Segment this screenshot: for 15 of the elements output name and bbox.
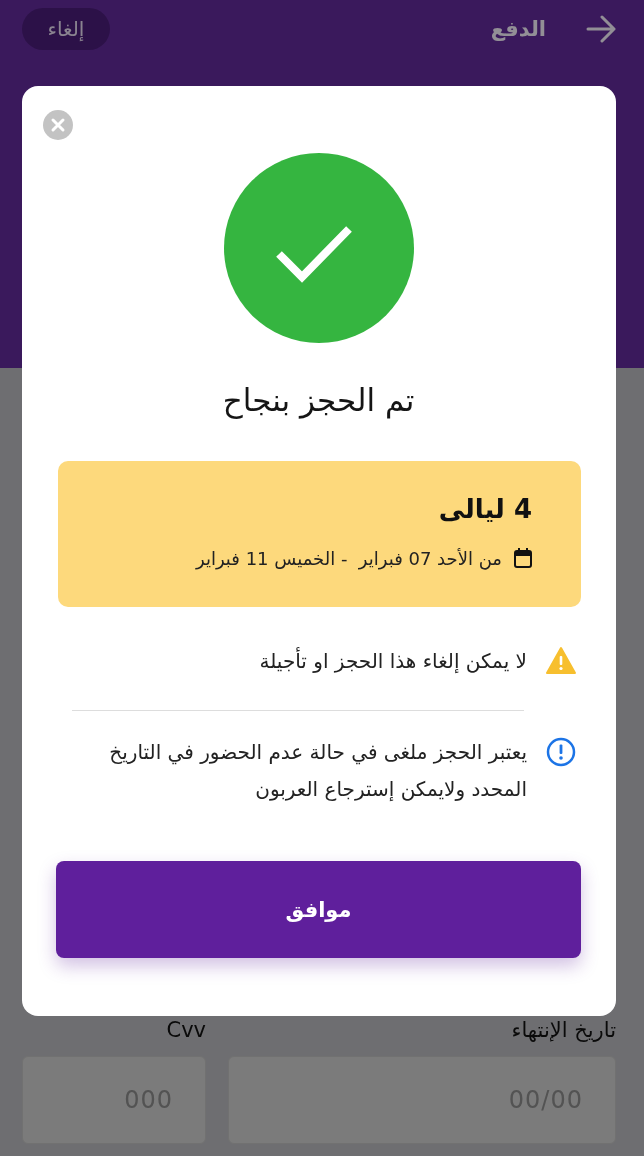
ok-button[interactable]: موافق [56,861,581,958]
date-range: من الأحد 07 فبراير - الخميس 11 فبراير [196,547,502,569]
cancel-button[interactable]: إلغاء [22,8,110,50]
warning-icon [545,646,577,676]
field-label: Cvv [165,1017,206,1043]
notice-text: لا يمكن إلغاء هذا الحجز او تأجيلة [258,646,527,675]
nights-count: 4 ليالى [437,493,532,526]
info-icon [545,737,577,767]
check-circle-icon [223,153,414,343]
notice-text: يعتبر الحجز ملغى في حالة عدم الحضور في التاريخ المحدد ولايمكن إسترجاع العربون [108,739,527,803]
field-label: تاريخ الإنتهاء [510,1017,616,1043]
dialog-title: تم الحجز بنجاح [221,381,416,421]
arrow-icon[interactable] [586,15,616,43]
page-title: الدفع [490,17,546,41]
calendar-icon [514,548,532,568]
